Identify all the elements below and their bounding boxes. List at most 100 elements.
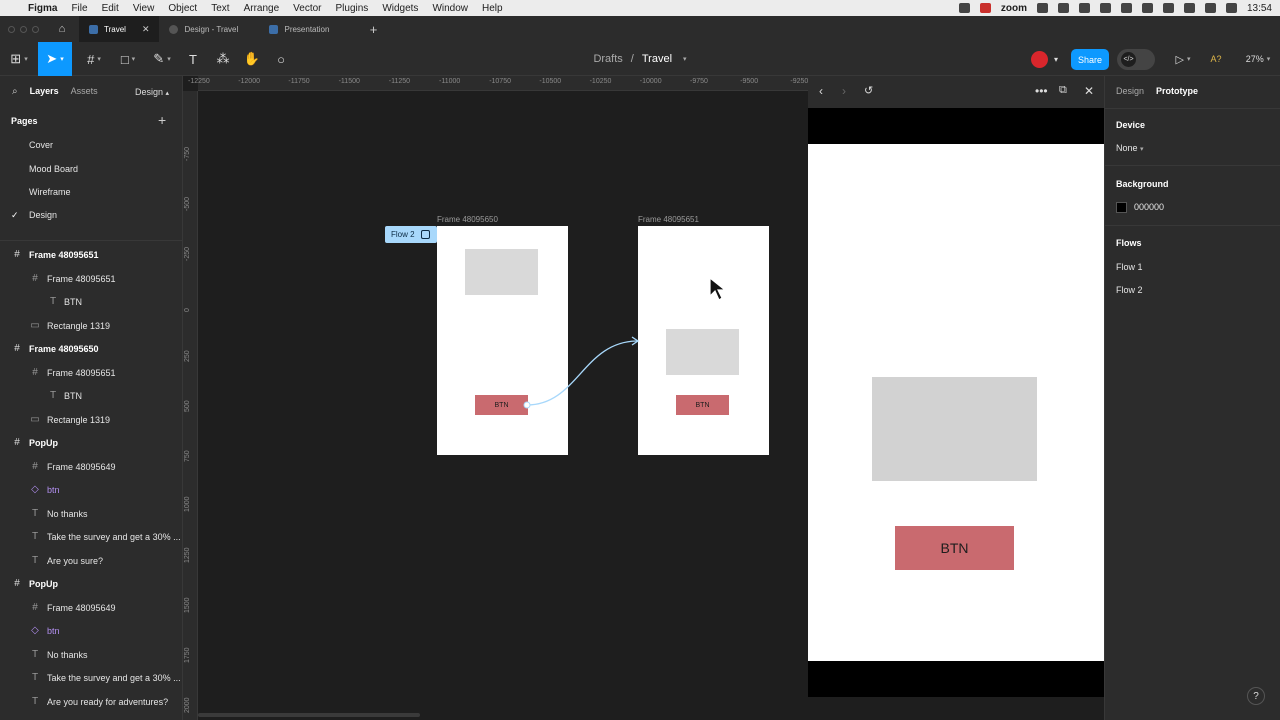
layer-item[interactable]: Frame 48095651 (47, 274, 116, 284)
layer-item[interactable]: Frame 48095649 (47, 462, 116, 472)
horizontal-scrollbar[interactable] (198, 713, 420, 717)
tab-design-travel[interactable]: Design - Travel (159, 16, 259, 42)
text-tool-icon[interactable]: T (184, 42, 202, 76)
battery-icon[interactable] (1162, 3, 1174, 13)
menu-arrange[interactable]: Arrange (244, 3, 280, 14)
home-icon[interactable]: ⌂ (53, 20, 71, 38)
new-tab-icon[interactable]: + (363, 22, 383, 37)
add-page-icon[interactable]: + (158, 112, 166, 128)
breadcrumb-drafts[interactable]: Drafts (593, 53, 622, 65)
creative-cloud-icon[interactable] (1099, 3, 1111, 13)
menu-edit[interactable]: Edit (102, 3, 119, 14)
chevron-down-icon[interactable]: ▾ (683, 55, 687, 63)
accessibility-check[interactable]: A? (1206, 42, 1226, 76)
close-window-button[interactable] (8, 25, 15, 33)
layer-item[interactable]: No thanks (47, 650, 88, 660)
tab-travel[interactable]: Travel ✕ (79, 16, 160, 42)
layer-item[interactable]: PopUp (29, 438, 58, 448)
more-options-icon[interactable]: ••• (1035, 84, 1048, 98)
layer-item[interactable]: No thanks (47, 509, 88, 519)
resources-tool-icon[interactable]: ⁂ (214, 42, 232, 76)
hand-tool-icon[interactable]: ✋ (243, 42, 261, 76)
menu-help[interactable]: Help (482, 3, 503, 14)
keyboard-input-icon[interactable] (1141, 3, 1153, 13)
search-icon[interactable] (1204, 3, 1216, 13)
figma-status-icon[interactable] (958, 3, 970, 13)
tab-assets[interactable]: Assets (71, 86, 98, 96)
present-icon[interactable]: ▷ ▾ (1170, 42, 1196, 76)
close-tab-icon[interactable]: ✕ (142, 24, 150, 35)
page-cover[interactable]: Cover (29, 140, 53, 150)
forward-icon[interactable]: › (842, 84, 846, 98)
record-icon[interactable] (979, 3, 991, 13)
avatar[interactable] (1031, 51, 1048, 68)
main-menu-icon[interactable]: ⊞ ▾ (6, 42, 32, 76)
menu-window[interactable]: Window (432, 3, 468, 14)
wifi-icon[interactable] (1183, 3, 1195, 13)
tab-layers[interactable]: Layers (30, 86, 59, 96)
background-color-swatch[interactable] (1116, 202, 1127, 213)
layer-item[interactable]: btn (47, 626, 60, 636)
preview-frame[interactable]: BTN (808, 144, 1104, 661)
flow-item[interactable]: Flow 1 (1116, 262, 1143, 272)
layer-item[interactable]: Take the survey and get a 30% ... (47, 532, 181, 542)
layer-item[interactable]: PopUp (29, 579, 58, 589)
control-center-icon[interactable] (1225, 3, 1237, 13)
menu-widgets[interactable]: Widgets (382, 3, 418, 14)
minimize-window-button[interactable] (20, 25, 27, 33)
design-mode-dropdown[interactable]: Design ▴ (135, 87, 169, 97)
layer-item[interactable]: BTN (64, 297, 82, 307)
menu-file[interactable]: File (71, 3, 87, 14)
background-color-value[interactable]: 000000 (1134, 202, 1164, 212)
page-design[interactable]: Design (29, 210, 57, 220)
share-button[interactable]: Share (1071, 49, 1109, 70)
tab-design[interactable]: Design (1116, 86, 1144, 96)
layer-item[interactable]: BTN (64, 391, 82, 401)
search-icon[interactable]: ⌕ (12, 86, 18, 97)
page-wireframe[interactable]: Wireframe (29, 187, 71, 197)
layer-item[interactable]: btn (47, 485, 60, 495)
layer-item[interactable]: Frame 48095651 (29, 250, 99, 260)
preview-button[interactable]: BTN (895, 526, 1014, 570)
layer-item[interactable]: Rectangle 1319 (47, 321, 110, 331)
layer-item[interactable]: Frame 48095651 (47, 368, 116, 378)
flow-item[interactable]: Flow 2 (1116, 285, 1143, 295)
location-icon[interactable] (1078, 3, 1090, 13)
menu-plugins[interactable]: Plugins (336, 3, 369, 14)
tab-prototype[interactable]: Prototype (1156, 86, 1198, 96)
play-icon[interactable] (1120, 3, 1132, 13)
menu-vector[interactable]: Vector (293, 3, 321, 14)
restart-icon[interactable]: ↺ (864, 84, 873, 97)
open-external-icon[interactable]: ⧉ (1059, 84, 1067, 97)
back-icon[interactable]: ‹ (819, 84, 823, 98)
zoom-app-label[interactable]: zoom (1001, 3, 1027, 14)
menu-text[interactable]: Text (211, 3, 229, 14)
breadcrumb-file-name[interactable]: Travel (642, 53, 672, 65)
move-tool-icon[interactable]: ➤ ▾ (38, 42, 72, 76)
close-icon[interactable]: ✕ (1084, 84, 1094, 98)
tab-presentation[interactable]: Presentation (259, 16, 359, 42)
device-dropdown[interactable]: None ▾ (1116, 143, 1144, 153)
page-mood-board[interactable]: Mood Board (29, 164, 78, 174)
layer-item[interactable]: Rectangle 1319 (47, 415, 110, 425)
app-menu[interactable]: Figma (28, 3, 57, 14)
cloud-icon[interactable] (1036, 3, 1048, 13)
frame-tool-icon[interactable]: # ▾ (80, 42, 108, 76)
dev-mode-toggle[interactable]: </> (1117, 49, 1155, 70)
help-button[interactable]: ? (1247, 687, 1265, 705)
shape-tool-icon[interactable]: □ ▾ (114, 42, 142, 76)
pen-tool-icon[interactable]: ✎ ▾ (148, 42, 176, 76)
zoom-level-dropdown[interactable]: 27% ▾ (1240, 42, 1276, 76)
menu-view[interactable]: View (133, 3, 155, 14)
layer-item[interactable]: Frame 48095649 (47, 603, 116, 613)
extension-icon[interactable] (1057, 3, 1069, 13)
menu-object[interactable]: Object (168, 3, 197, 14)
zoom-window-button[interactable] (32, 25, 39, 33)
layer-item[interactable]: Take the survey and get a 30% ... (47, 673, 181, 683)
chevron-down-icon[interactable]: ▾ (1050, 42, 1062, 76)
layer-item[interactable]: Are you ready for adventures? (47, 697, 168, 707)
comment-tool-icon[interactable]: ○ (272, 42, 290, 76)
prototype-connection[interactable] (183, 76, 808, 720)
layer-item[interactable]: Are you sure? (47, 556, 103, 566)
layer-item[interactable]: Frame 48095650 (29, 344, 99, 354)
